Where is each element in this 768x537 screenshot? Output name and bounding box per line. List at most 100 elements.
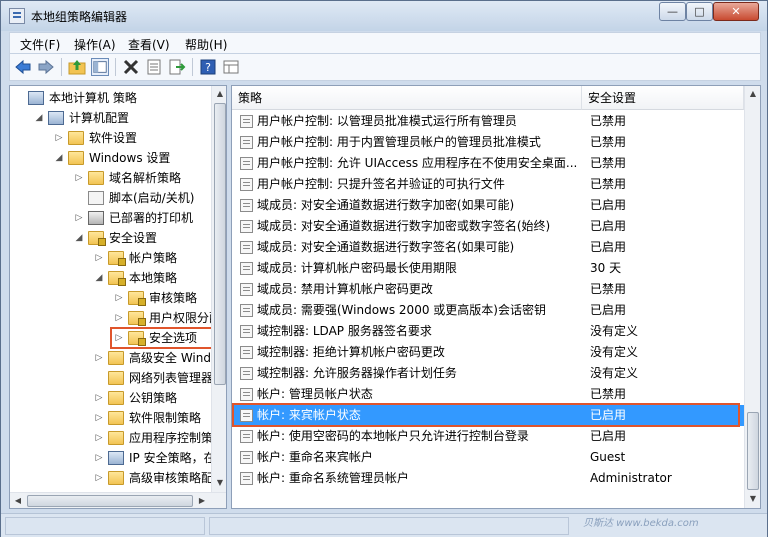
policy-name: 域成员: 需要强(Windows 2000 或更高版本)会话密钥 xyxy=(257,303,546,317)
toolbar-separator xyxy=(192,58,193,76)
properties-icon[interactable] xyxy=(145,58,163,76)
expand-arrow-icon[interactable]: ▷ xyxy=(94,408,104,428)
expand-arrow-icon[interactable]: ▷ xyxy=(74,168,84,188)
policy-name: 帐户: 重命名系统管理员帐户 xyxy=(257,471,409,485)
security-setting-value: 已启用 xyxy=(590,303,627,317)
expand-arrow-icon[interactable]: ◢ xyxy=(54,148,64,168)
table-row[interactable]: 用户帐户控制: 用于内置管理员帐户的管理员批准模式 已禁用 xyxy=(232,132,744,153)
tree-item-label: 帐户策略 xyxy=(129,251,178,265)
list-vertical-scrollbar[interactable]: ▲ ▼ xyxy=(744,86,760,508)
scroll-left-icon[interactable]: ◀ xyxy=(10,493,26,508)
table-row[interactable]: 用户帐户控制: 以管理员批准模式运行所有管理员 已禁用 xyxy=(232,111,744,132)
expand-arrow-icon[interactable]: ◢ xyxy=(34,108,44,128)
list-scroll-thumb[interactable] xyxy=(747,412,759,490)
policy-item-icon xyxy=(240,136,253,149)
table-row[interactable]: 用户帐户控制: 只提升签名并验证的可执行文件 已禁用 xyxy=(232,174,744,195)
policy-item-icon xyxy=(240,346,253,359)
security-setting-value: 没有定义 xyxy=(590,324,639,338)
scroll-up-icon[interactable]: ▲ xyxy=(212,86,226,102)
policy-list-pane: 策略 安全设置 用户帐户控制: 以管理员批准模式运行所有管理员 已禁用 用户帐户控制… xyxy=(231,85,761,509)
menu-file[interactable]: 文件(F) xyxy=(20,36,60,53)
policy-item-icon xyxy=(240,451,253,464)
delete-icon[interactable] xyxy=(122,58,140,76)
tree-item-label: 公钥策略 xyxy=(129,391,178,405)
policy-item-icon xyxy=(240,157,253,170)
expand-arrow-icon[interactable]: ▷ xyxy=(94,448,104,468)
expand-arrow-icon[interactable]: ▷ xyxy=(94,428,104,448)
table-row[interactable]: 域成员: 对安全通道数据进行数字签名(如果可能) 已启用 xyxy=(232,237,744,258)
policy-name: 用户帐户控制: 用于内置管理员帐户的管理员批准模式 xyxy=(257,135,541,149)
scroll-right-icon[interactable]: ▶ xyxy=(194,493,210,508)
expand-arrow-icon[interactable]: ▷ xyxy=(74,208,84,228)
expand-arrow-icon[interactable]: ▷ xyxy=(114,288,124,308)
close-button[interactable]: ✕ xyxy=(713,2,759,21)
column-header-policy[interactable]: 策略 xyxy=(232,86,582,110)
menu-action[interactable]: 操作(A) xyxy=(74,36,116,53)
scroll-down-icon[interactable]: ▼ xyxy=(745,491,760,507)
policy-item-icon xyxy=(240,367,253,380)
toolbar-separator xyxy=(61,58,62,76)
printer-icon xyxy=(88,211,104,225)
table-row[interactable]: 用户帐户控制: 允许 UIAccess 应用程序在不使用安全桌面... 已禁用 xyxy=(232,153,744,174)
tree-item-label: 软件设置 xyxy=(89,131,138,145)
security-setting-value: 没有定义 xyxy=(590,366,639,380)
maximize-button[interactable]: □ xyxy=(686,2,713,21)
table-row[interactable]: 域成员: 计算机帐户密码最长使用期限 30 天 xyxy=(232,258,744,279)
tree-horizontal-scrollbar[interactable]: ◀ ▶ xyxy=(10,492,226,508)
policy-item-icon xyxy=(240,115,253,128)
security-setting-value: 已启用 xyxy=(590,429,627,443)
policy-name: 域成员: 禁用计算机帐户密码更改 xyxy=(257,282,433,296)
tree-hscroll-thumb[interactable] xyxy=(27,495,193,507)
policy-item-icon xyxy=(240,262,253,275)
policy-name: 域成员: 对安全通道数据进行数字签名(如果可能) xyxy=(257,240,515,254)
folder-lock-icon xyxy=(128,311,146,326)
svg-text:?: ? xyxy=(205,61,211,74)
policy-item-icon xyxy=(240,430,253,443)
tree-scroll-thumb[interactable] xyxy=(214,103,226,385)
scroll-down-icon[interactable]: ▼ xyxy=(212,475,226,491)
expand-arrow-icon[interactable]: ◢ xyxy=(94,268,104,288)
table-row[interactable]: 帐户: 重命名来宾帐户 Guest xyxy=(232,447,744,468)
tree-vertical-scrollbar[interactable]: ▲ ▼ xyxy=(211,86,226,492)
policy-name: 帐户: 使用空密码的本地帐户只允许进行控制台登录 xyxy=(257,429,529,443)
table-row[interactable]: 域控制器: 拒绝计算机帐户密码更改 没有定义 xyxy=(232,342,744,363)
policy-item-icon xyxy=(240,283,253,296)
table-row[interactable]: 帐户: 使用空密码的本地帐户只允许进行控制台登录 已启用 xyxy=(232,426,744,447)
back-arrow-icon[interactable] xyxy=(14,58,32,76)
computer-icon xyxy=(48,111,64,125)
menu-view[interactable]: 查看(V) xyxy=(128,36,170,53)
table-row[interactable]: 域成员: 禁用计算机帐户密码更改 已禁用 xyxy=(232,279,744,300)
expand-arrow-icon[interactable]: ◢ xyxy=(74,228,84,248)
menu-help[interactable]: 帮助(H) xyxy=(185,36,227,53)
folder-lock-icon xyxy=(128,291,146,306)
table-row[interactable]: 域控制器: 允许服务器操作者计划任务 没有定义 xyxy=(232,363,744,384)
policy-item-icon xyxy=(240,472,253,485)
scroll-up-icon[interactable]: ▲ xyxy=(745,86,760,102)
table-row[interactable]: 帐户: 重命名系统管理员帐户 Administrator xyxy=(232,468,744,489)
forward-arrow-icon[interactable] xyxy=(37,58,55,76)
expand-arrow-icon[interactable]: ▷ xyxy=(94,348,104,368)
column-header-setting[interactable]: 安全设置 xyxy=(582,86,744,110)
expand-arrow-icon[interactable]: ▷ xyxy=(94,468,104,488)
table-row[interactable]: 域控制器: LDAP 服务器签名要求 没有定义 xyxy=(232,321,744,342)
expand-arrow-icon[interactable]: ▷ xyxy=(94,248,104,268)
table-row[interactable]: 域成员: 需要强(Windows 2000 或更高版本)会话密钥 已启用 xyxy=(232,300,744,321)
toolbar-separator xyxy=(115,58,116,76)
tree-item-label: 安全设置 xyxy=(109,231,158,245)
tree-item-label: 审核策略 xyxy=(149,291,198,305)
expand-arrow-icon[interactable]: ▷ xyxy=(94,388,104,408)
view-icon[interactable] xyxy=(222,58,240,76)
table-row[interactable]: 域成员: 对安全通道数据进行数字加密或数字签名(始终) 已启用 xyxy=(232,216,744,237)
tree-item-label: 脚本(启动/关机) xyxy=(109,191,195,205)
folder-icon xyxy=(88,171,104,185)
help-icon[interactable]: ? xyxy=(199,58,217,76)
up-folder-icon[interactable] xyxy=(68,58,86,76)
expand-arrow-icon[interactable]: ▷ xyxy=(114,308,124,328)
export-icon[interactable] xyxy=(168,58,186,76)
minimize-button[interactable]: — xyxy=(659,2,686,21)
table-row[interactable]: 域成员: 对安全通道数据进行数字加密(如果可能) 已启用 xyxy=(232,195,744,216)
policy-item-icon xyxy=(240,199,253,212)
table-row[interactable]: 帐户: 管理员帐户状态 已禁用 xyxy=(232,384,744,405)
show-tree-icon[interactable] xyxy=(91,58,109,76)
expand-arrow-icon[interactable]: ▷ xyxy=(54,128,64,148)
